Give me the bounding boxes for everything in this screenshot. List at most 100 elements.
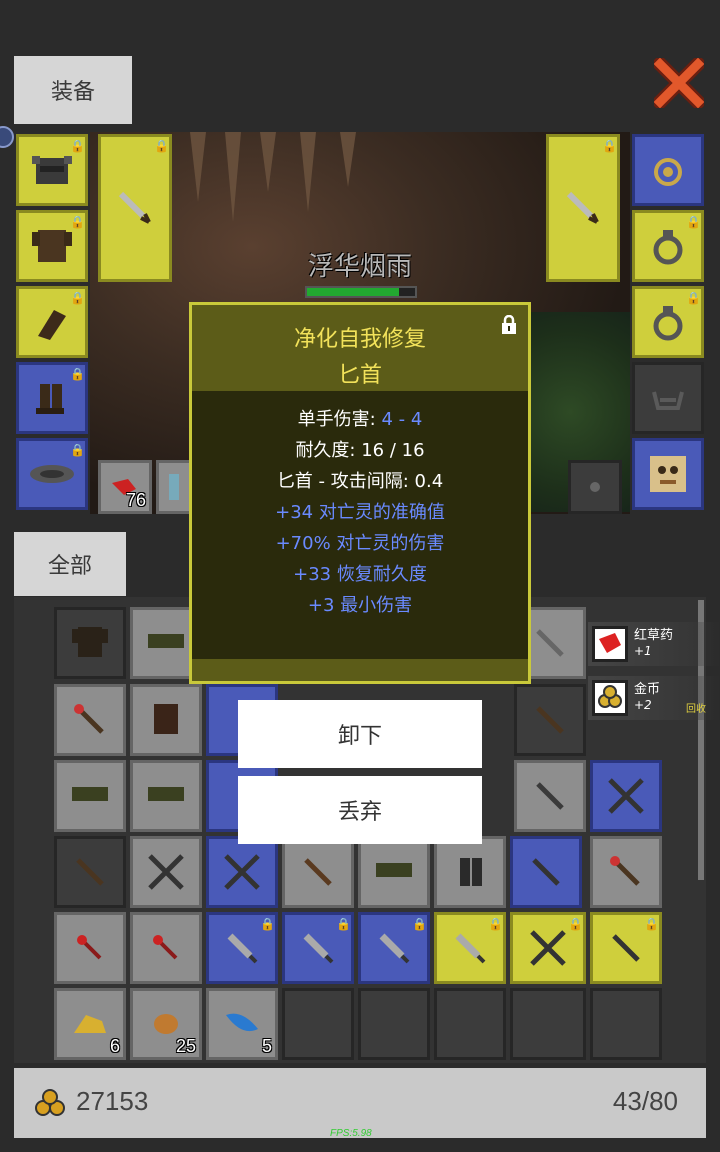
quickslot-1[interactable]: 76 <box>98 460 152 514</box>
dagger-icon <box>566 191 599 224</box>
inventory-slot[interactable] <box>130 836 202 908</box>
inventory-slot[interactable] <box>54 607 126 679</box>
gold-ore-icon <box>74 1015 106 1033</box>
equip-slot-ring-1[interactable]: 🔒 <box>632 210 704 282</box>
quickslot-2[interactable] <box>156 460 192 514</box>
inventory-slot[interactable] <box>54 760 126 832</box>
equip-slot-boots[interactable]: 🔒 <box>16 362 88 434</box>
inventory-slot[interactable]: 🔒 <box>206 912 278 984</box>
inventory-slot[interactable] <box>590 760 662 832</box>
inventory-slot[interactable]: 5 <box>206 988 278 1060</box>
equip-slot-armor[interactable]: 🔒 <box>16 210 88 282</box>
inventory-slot[interactable] <box>54 684 126 756</box>
spear-icon <box>76 858 104 886</box>
equip-slot-ring-2[interactable]: 🔒 <box>632 286 704 358</box>
equip-slot-gloves[interactable]: 🔒 <box>16 286 88 358</box>
inventory-slot-empty[interactable] <box>282 988 354 1060</box>
tooltip-corner <box>189 302 203 316</box>
close-icon[interactable] <box>650 54 708 112</box>
inventory-slot-empty[interactable] <box>434 988 506 1060</box>
inventory-slot[interactable] <box>130 684 202 756</box>
inventory-slot[interactable]: 25 <box>130 988 202 1060</box>
equip-slot-belt[interactable]: 🔒 <box>16 438 88 510</box>
equip-slot-empty[interactable] <box>632 362 704 434</box>
tooltip-corner <box>189 670 203 684</box>
armor-icon <box>72 627 108 657</box>
gold-coins-icon <box>35 1089 65 1116</box>
inventory-screen: { "tabs": { "equipment_label": "装备", "al… <box>0 0 720 1152</box>
equip-slot-main-hand[interactable]: 🔒 <box>98 134 172 282</box>
inventory-slot[interactable] <box>514 760 586 832</box>
lock-icon: 🔒 <box>644 917 659 931</box>
dagger-icon <box>379 933 410 964</box>
lock-icon[interactable] <box>500 315 518 335</box>
ore-icon <box>154 1014 178 1034</box>
necklace-icon <box>654 158 682 186</box>
inventory-slot[interactable] <box>434 836 506 908</box>
inventory-slot[interactable]: 6 <box>54 988 126 1060</box>
inventory-slot[interactable] <box>282 836 354 908</box>
lock-icon: 🔒 <box>154 139 169 153</box>
ring-icon <box>653 230 683 265</box>
inventory-slot[interactable] <box>590 836 662 908</box>
inventory-slot[interactable]: 🔒 <box>358 912 430 984</box>
lock-icon: 🔒 <box>488 917 503 931</box>
tooltip-durability: 耐久度: 16 / 16 <box>295 440 425 461</box>
lock-icon: 🔒 <box>412 917 427 931</box>
quickslot-count: 76 <box>125 490 146 510</box>
leggings-icon <box>148 787 184 801</box>
tooltip-footer <box>192 659 528 681</box>
red-herb-icon <box>592 626 628 662</box>
inventory-slot[interactable]: 🔒 <box>590 912 662 984</box>
leggings-icon <box>376 863 412 877</box>
inventory-slot[interactable] <box>54 912 126 984</box>
inventory-slot[interactable] <box>206 836 278 908</box>
feather-icon <box>226 1013 258 1032</box>
pet-icon <box>650 456 686 492</box>
lock-icon: 🔒 <box>260 917 275 931</box>
action-icon <box>590 482 600 492</box>
tooltip-bonus-accuracy: +34 对亡灵的准确值 <box>275 502 445 523</box>
equip-slot-off-hand[interactable]: 🔒 <box>546 134 620 282</box>
spear-icon <box>536 629 564 657</box>
equip-slot-pet[interactable] <box>632 438 704 510</box>
lock-icon: 🔒 <box>568 917 583 931</box>
belt-icon <box>30 465 74 483</box>
quickslot-action[interactable] <box>568 460 622 514</box>
inventory-slot[interactable] <box>358 836 430 908</box>
tab-equipment[interactable]: 装备 <box>14 56 132 124</box>
item-count: 6 <box>109 1036 120 1056</box>
damage-label: 单手伤害: <box>297 409 382 430</box>
armor-icon <box>32 230 72 262</box>
inventory-slot-empty[interactable] <box>510 988 586 1060</box>
pickup-notification: 金币 +2 回收 <box>588 676 720 720</box>
inventory-slot-empty[interactable] <box>590 988 662 1060</box>
lock-icon: 🔒 <box>70 215 85 229</box>
pickup-name: 红草药 <box>634 628 674 643</box>
tab-all[interactable]: 全部 <box>14 532 126 596</box>
tooltip-attack-interval: 匕首 - 攻击间隔: 0.4 <box>276 471 444 492</box>
inventory-slot[interactable]: 🔒 <box>510 912 586 984</box>
equip-slot-necklace[interactable] <box>632 134 704 206</box>
tooltip-subtitle: 匕首 <box>337 363 382 388</box>
inventory-slot[interactable]: 🔒 <box>282 912 354 984</box>
inventory-slot-empty[interactable] <box>358 988 430 1060</box>
inventory-slot[interactable] <box>130 760 202 832</box>
gold-amount: 27153 <box>76 1086 149 1116</box>
unequip-button[interactable]: 卸下 <box>238 700 482 768</box>
spear-icon <box>612 934 640 962</box>
inventory-slot[interactable] <box>510 836 582 908</box>
equip-slot-helmet[interactable]: 🔒 <box>16 134 88 206</box>
ring-icon <box>653 306 683 341</box>
gloves-icon <box>38 310 66 340</box>
inventory-slot[interactable]: 🔒 <box>434 912 506 984</box>
side-indicator-icon[interactable] <box>0 126 14 148</box>
inventory-slot[interactable] <box>514 684 586 756</box>
dagger-icon <box>303 933 334 964</box>
dagger-icon <box>455 933 486 964</box>
tooltip-corner <box>517 302 531 316</box>
pickup-count: +2 <box>634 698 652 712</box>
inventory-slot[interactable] <box>54 836 126 908</box>
inventory-slot[interactable] <box>130 912 202 984</box>
drop-button[interactable]: 丢弃 <box>238 776 482 844</box>
